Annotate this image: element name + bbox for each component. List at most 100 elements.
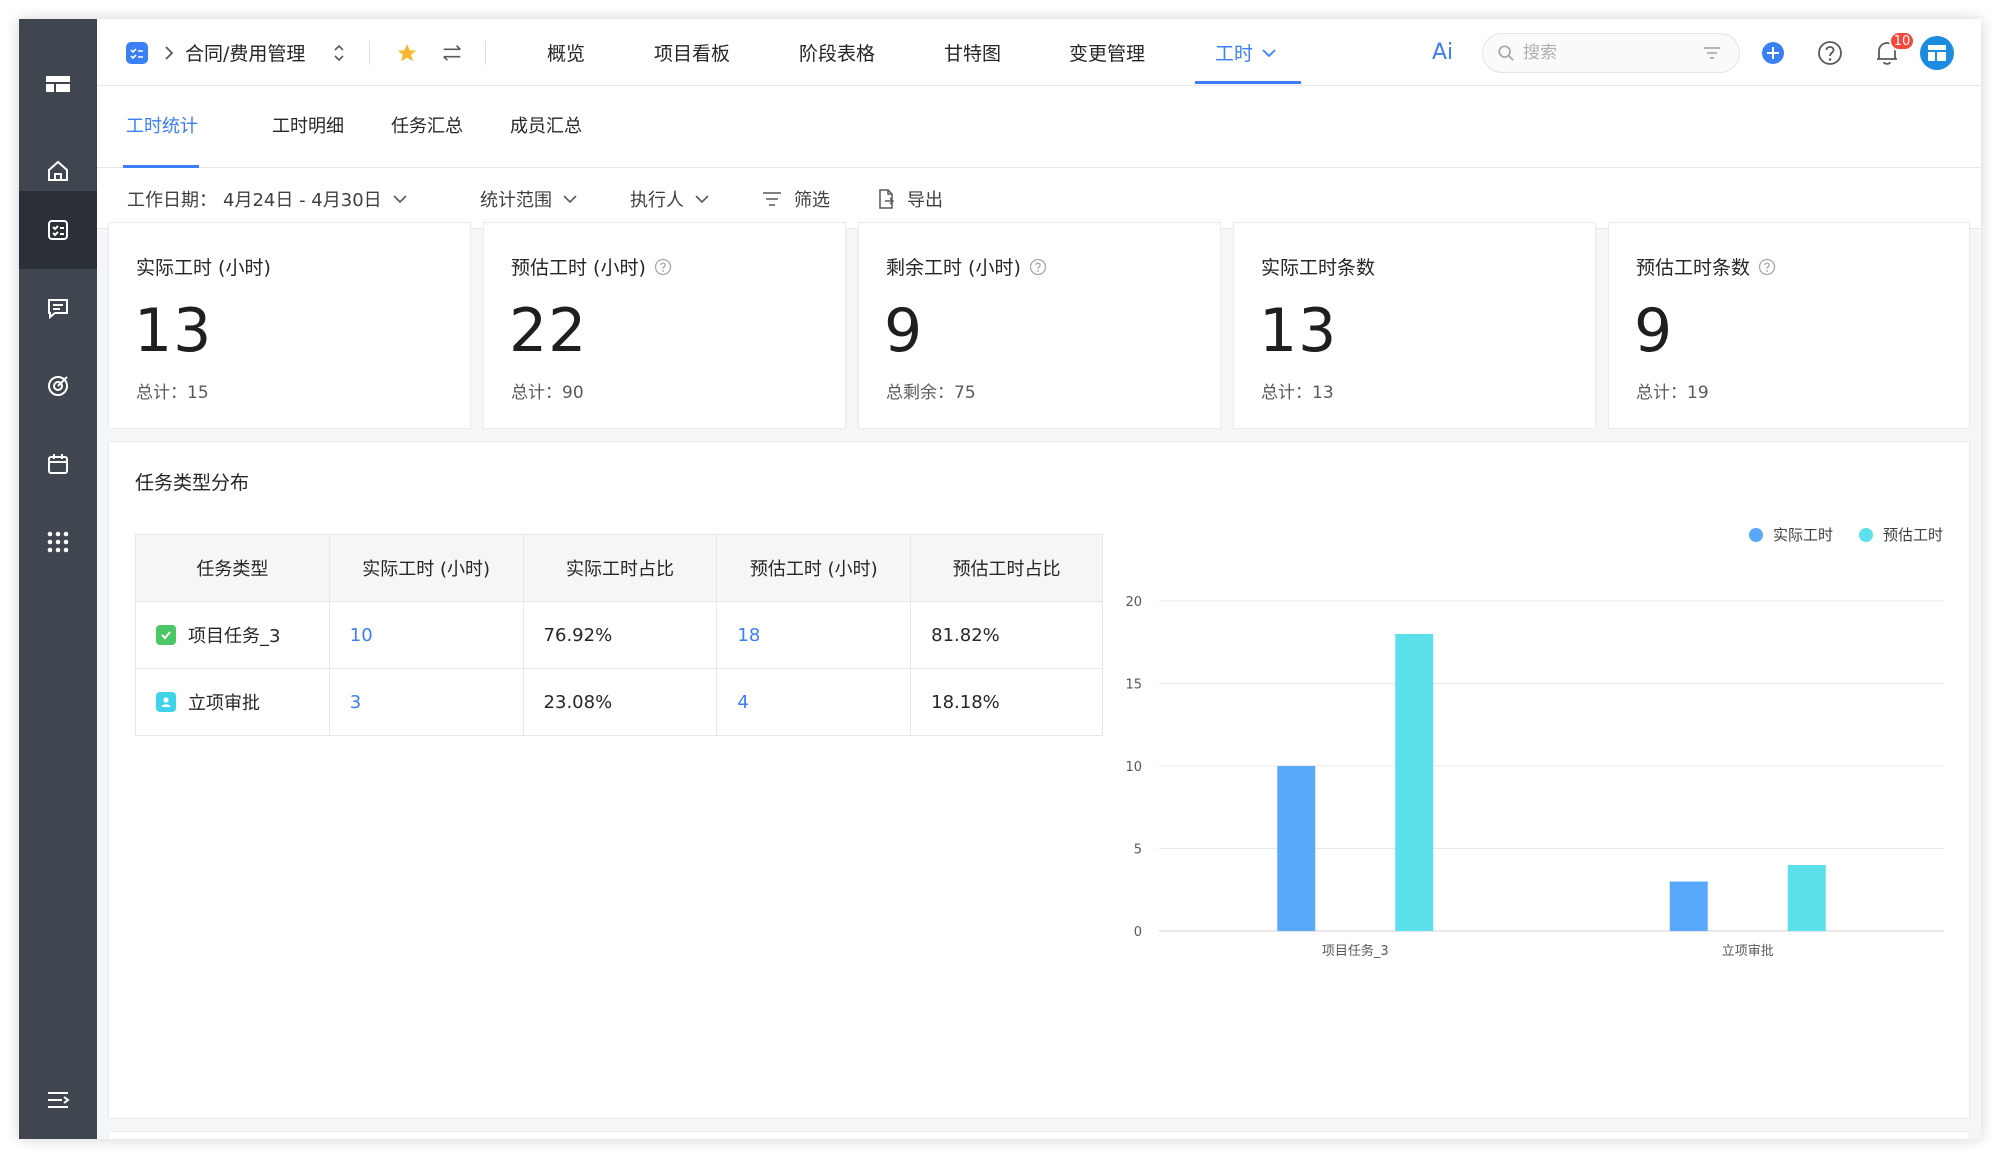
assignee-filter[interactable]: 执行人 xyxy=(630,168,710,229)
estimated-hours-link[interactable]: 18 xyxy=(716,601,912,669)
date-range-filter[interactable]: 工作日期： 4月24日 - 4月30日 xyxy=(127,168,408,229)
filter-bar: 工作日期： 4月24日 - 4月30日 统计范围 执行人 筛选 导出 xyxy=(97,168,1981,229)
tab-gantt[interactable]: 甘特图 xyxy=(944,19,1001,86)
card-title: 剩余工时 (小时) xyxy=(886,257,1021,279)
subtab-task-summary[interactable]: 任务汇总 xyxy=(391,86,463,168)
sidebar-item-calendar[interactable] xyxy=(19,425,97,503)
stat-card-actual-hours: 实际工时 (小时) 13 总计：15 xyxy=(108,222,471,429)
sidebar-item-goals[interactable] xyxy=(19,347,97,425)
x-tick-label: 项目任务_3 xyxy=(1322,943,1389,959)
export-button-label: 导出 xyxy=(907,189,943,211)
card-title: 实际工时条数 xyxy=(1261,257,1376,279)
checkbox-task-icon xyxy=(156,625,176,645)
panel-title: 任务类型分布 xyxy=(135,472,250,494)
column-header: 任务类型 xyxy=(135,534,330,602)
stat-card-remaining-hours: 剩余工时 (小时) 9 总剩余：75 xyxy=(858,222,1221,429)
subtab-worktime-details[interactable]: 工时明细 xyxy=(272,86,344,168)
date-filter-label: 工作日期： xyxy=(127,189,217,211)
filter-icon[interactable] xyxy=(1703,45,1721,61)
legend-item-actual[interactable]: 实际工时 xyxy=(1748,524,1833,545)
column-header: 实际工时占比 xyxy=(522,534,718,602)
column-header: 预估工时 (小时) xyxy=(716,534,912,602)
card-total: 总计：90 xyxy=(511,383,584,403)
legend-item-estimated[interactable]: 预估工时 xyxy=(1858,524,1943,545)
question-icon[interactable] xyxy=(654,258,672,276)
actual-hours-link[interactable]: 3 xyxy=(328,668,524,736)
task-type-label: 立项审批 xyxy=(188,693,260,714)
next-panel-edge xyxy=(108,1131,1970,1139)
top-header: 合同/费用管理 概览 项目看板 阶段表格 甘特图 变更管理 工时 Ai 搜索 1… xyxy=(97,19,1981,86)
column-header: 实际工时 (小时) xyxy=(328,534,524,602)
apps-grid-icon xyxy=(47,531,69,553)
settings-sliders-icon[interactable] xyxy=(441,19,463,86)
tab-overview[interactable]: 概览 xyxy=(547,19,585,86)
home-icon xyxy=(48,160,68,181)
sidebar-item-projects[interactable] xyxy=(19,191,97,269)
table-row: 立项审批 3 23.08% 4 18.18% xyxy=(135,668,1103,736)
card-title-row: 剩余工时 (小时) xyxy=(886,253,1047,280)
actual-pct-cell: 76.92% xyxy=(522,601,718,669)
y-tick-label: 10 xyxy=(1125,760,1142,775)
help-button[interactable] xyxy=(1817,19,1843,86)
task-type-distribution-panel: 任务类型分布 任务类型 实际工时 (小时) 实际工时占比 预估工时 (小时) 预… xyxy=(108,441,1970,1119)
chart-canvas: 0 5 10 15 20 项目任务_3 立项审批 xyxy=(1125,595,1944,959)
legend-label: 预估工时 xyxy=(1882,526,1943,544)
filter-button[interactable]: 筛选 xyxy=(762,168,830,229)
assignee-filter-label: 执行人 xyxy=(630,189,684,211)
subtab-worktime-stats[interactable]: 工时统计 xyxy=(126,86,198,168)
tab-worktime[interactable]: 工时 xyxy=(1215,19,1277,86)
actual-hours-link[interactable]: 10 xyxy=(328,601,524,669)
grid-logo-icon xyxy=(46,76,70,92)
add-button[interactable] xyxy=(1761,19,1785,86)
project-icon[interactable] xyxy=(125,19,149,86)
tab-stage-table[interactable]: 阶段表格 xyxy=(799,19,875,86)
search-box[interactable] xyxy=(1482,33,1740,73)
search-icon xyxy=(1498,45,1514,61)
active-tab-underline xyxy=(1195,81,1301,84)
collapse-menu-icon xyxy=(48,1092,70,1108)
user-avatar[interactable] xyxy=(1919,19,1955,86)
chart-legend: 实际工时 预估工时 xyxy=(1723,524,1943,545)
switch-project-icon[interactable] xyxy=(332,19,346,86)
estimated-hours-link[interactable]: 4 xyxy=(716,668,912,736)
stat-card-estimated-hours: 预估工时 (小时) 22 总计：90 xyxy=(483,222,846,429)
scope-filter[interactable]: 统计范围 xyxy=(480,168,578,229)
tab-change-management[interactable]: 变更管理 xyxy=(1069,19,1145,86)
card-value: 9 xyxy=(884,296,924,366)
bar xyxy=(1787,865,1826,931)
card-title: 实际工时 (小时) xyxy=(136,257,271,279)
export-button[interactable]: 导出 xyxy=(877,168,943,229)
task-type-cell: 立项审批 xyxy=(135,668,330,736)
question-icon[interactable] xyxy=(1758,258,1776,276)
breadcrumb-title[interactable]: 合同/费用管理 xyxy=(185,19,305,86)
task-type-label: 项目任务_3 xyxy=(188,626,281,647)
subtab-member-summary[interactable]: 成员汇总 xyxy=(510,86,582,168)
legend-dot xyxy=(1748,527,1763,542)
question-icon[interactable] xyxy=(1029,258,1047,276)
card-total: 总计：19 xyxy=(1636,383,1709,403)
notification-button[interactable] xyxy=(1875,19,1899,86)
search-input[interactable] xyxy=(1523,43,1713,63)
table-row: 项目任务_3 10 76.92% 18 81.82% xyxy=(135,601,1103,669)
app-logo-icon[interactable] xyxy=(19,46,97,124)
sidebar-item-messages[interactable] xyxy=(19,269,97,347)
bar xyxy=(1277,766,1316,931)
tab-project-board[interactable]: 项目看板 xyxy=(654,19,730,86)
y-tick-label: 15 xyxy=(1125,678,1142,693)
estimated-pct-cell: 18.18% xyxy=(910,668,1103,736)
x-tick-label: 立项审批 xyxy=(1722,944,1774,959)
ai-assistant-button[interactable]: Ai xyxy=(1432,19,1453,86)
tab-worktime-label: 工时 xyxy=(1215,43,1254,65)
star-icon[interactable] xyxy=(396,19,418,86)
table-header-row: 任务类型 实际工时 (小时) 实际工时占比 预估工时 (小时) 预估工时占比 xyxy=(135,534,1103,602)
card-title: 预估工时条数 xyxy=(1636,257,1751,279)
message-icon xyxy=(48,299,68,320)
sidebar-item-apps[interactable] xyxy=(19,503,97,581)
sidebar-collapse-button[interactable] xyxy=(19,1061,97,1139)
task-type-cell: 项目任务_3 xyxy=(135,601,330,669)
chevron-down-icon xyxy=(393,194,407,203)
export-file-icon xyxy=(879,188,895,209)
card-total: 总剩余：75 xyxy=(886,383,976,403)
y-tick-label: 5 xyxy=(1134,843,1142,858)
plus-circle-icon xyxy=(1762,41,1784,64)
